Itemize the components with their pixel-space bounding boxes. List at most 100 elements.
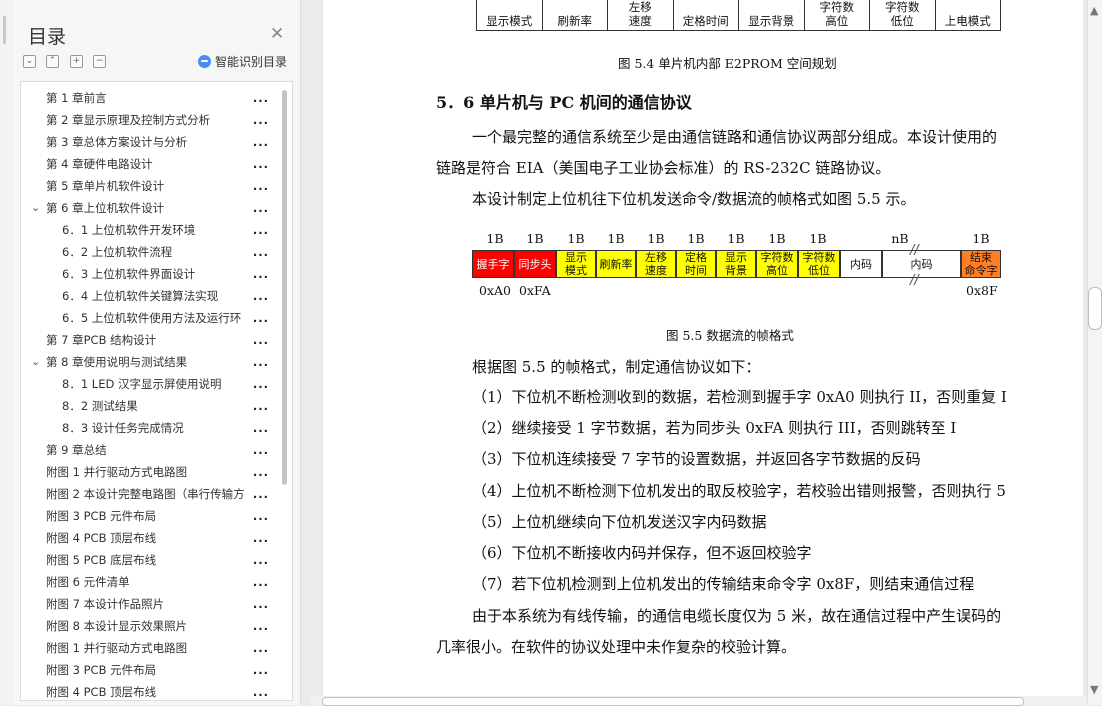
toc-item[interactable]: 附图 8 本设计显示效果照片... (46, 615, 269, 637)
toc-item[interactable]: 8．2 测试结果... (62, 395, 269, 417)
protocol-step: （6）下位机不断接收内码并保存，但不返回校验字 (472, 544, 812, 562)
toc-item[interactable]: 6．3 上位机软件界面设计... (62, 263, 269, 285)
toc-item-dots: ... (252, 399, 269, 413)
chevron-down-icon[interactable]: ⌄ (31, 351, 41, 373)
toc-item-label: 第 5 章单片机软件设计 (46, 179, 165, 193)
toc-item[interactable]: 附图 4 PCB 顶层布线... (46, 681, 269, 700)
toc-item[interactable]: 第 8 章使用说明与测试结果... (46, 351, 269, 373)
toc-item-label: 附图 4 PCB 顶层布线 (46, 685, 157, 699)
scroll-up-icon[interactable]: ▲ (1090, 4, 1098, 17)
collapse-all-icon[interactable]: ⌄ (23, 55, 36, 68)
toc-item-dots: ... (252, 91, 269, 105)
chevron-down-icon[interactable]: ⌄ (31, 197, 41, 219)
toc-item-label: 第 9 章总结 (46, 443, 107, 457)
toc-item[interactable]: 6．2 上位机软件流程... (62, 241, 269, 263)
scroll-thumb[interactable] (1088, 287, 1102, 330)
frame-field: 字符数 低位 (798, 250, 840, 278)
toc-item[interactable]: 附图 2 本设计完整电路图（串行传输方... (46, 483, 269, 505)
scroll-down-icon[interactable]: ▼ (1090, 683, 1098, 696)
toc-item[interactable]: 第 4 章硬件电路设计... (46, 153, 269, 175)
toc-item[interactable]: 6．5 上位机软件使用方法及运行环... (62, 307, 269, 329)
table-cell: 上电模式 (936, 0, 1001, 30)
toc-item-label: 第 6 章上位机软件设计 (46, 201, 165, 215)
protocol-step: （5）上位机继续向下位机发送汉字内码数据 (472, 512, 767, 531)
vertical-scrollbar[interactable] (1087, 0, 1102, 705)
section-heading: 5．6 单片机与 PC 机间的通信协议 (436, 93, 692, 112)
toc-item-label: 附图 1 并行驱动方式电路图 (46, 465, 188, 479)
toc-item-dots: ... (252, 421, 269, 435)
toc-item-label: 附图 4 PCB 顶层布线 (46, 531, 157, 545)
figure-5-4-caption: 图 5.4 单片机内部 E2PROM 空间规划 (618, 56, 837, 71)
table-cell: 字符数 高位 (805, 0, 870, 30)
toc-item[interactable]: 附图 7 本设计作品照片... (46, 593, 269, 615)
toc-item[interactable]: 附图 1 并行驱动方式电路图... (46, 461, 269, 483)
paragraph-line: 本设计制定上位机往下位机发送命令/数据流的帧格式如图 5.5 示。 (472, 190, 916, 208)
byte-size-label: 1B (727, 231, 745, 246)
toc-scrollbar[interactable] (282, 90, 287, 485)
toc-item-label: 附图 8 本设计显示效果照片 (46, 619, 188, 633)
toc-item-dots: ... (252, 443, 269, 457)
pane-grip[interactable] (3, 16, 6, 44)
paragraph-line: 一个最完整的通信系统至少是由通信链路和通信协议两部分组成。本设计使用的 (472, 128, 998, 146)
toc-item[interactable]: 附图 3 PCB 元件布局... (46, 505, 269, 527)
toc-item-dots: ... (252, 157, 269, 171)
remove-entry-icon[interactable]: − (93, 55, 106, 68)
toc-item[interactable]: 6．4 上位机软件关键算法实现... (62, 285, 269, 307)
break-mark-bottom: // (910, 273, 919, 288)
add-entry-icon[interactable]: + (70, 55, 83, 68)
toc-item[interactable]: 附图 6 元件清单... (46, 571, 269, 593)
expand-up-icon[interactable]: ⌃ (46, 55, 59, 68)
toc-item-dots: ... (252, 333, 269, 347)
toc-item-label: 8．3 设计任务完成情况 (62, 421, 184, 435)
table-cell-text: 左移 速度 (628, 0, 652, 28)
toc-item[interactable]: 第 9 章总结... (46, 439, 269, 461)
toc-item-label: 6．2 上位机软件流程 (62, 245, 173, 259)
toc-item-label: 附图 3 PCB 元件布局 (46, 663, 157, 677)
toc-item[interactable]: 8．3 设计任务完成情况... (62, 417, 269, 439)
toc-list: 第 1 章前言... 第 2 章显示原理及控制方式分析... 第 3 章总体方案设计… (20, 81, 293, 701)
byte-size-label: 1B (567, 231, 585, 246)
toc-item[interactable]: 附图 1 并行驱动方式电路图... (46, 637, 269, 659)
toc-item[interactable]: 第 5 章单片机软件设计... (46, 175, 269, 197)
toc-title: 目录 (28, 26, 67, 48)
toc-item-label: 附图 7 本设计作品照片 (46, 597, 165, 611)
frame-field: 左移 速度 (636, 250, 676, 278)
smart-toc-label: 智能识别目录 (215, 55, 288, 69)
smart-toc-button[interactable]: 智能识别目录 (198, 53, 287, 70)
table-cell-text: 字符数 低位 (885, 0, 920, 28)
table-cell-text: 上电模式 (944, 14, 991, 28)
table-cell-text: 定格时间 (682, 14, 729, 28)
toc-item-dots: ... (252, 553, 269, 567)
close-icon[interactable]: ✕ (270, 24, 284, 44)
table-cell-text: 刷新率 (557, 14, 593, 28)
toc-item[interactable]: 附图 3 PCB 元件布局... (46, 659, 269, 681)
toc-item-dots: ... (252, 289, 269, 303)
byte-size-label: 1B (486, 231, 504, 246)
protocol-step: （4）上位机不断检测下位机发出的取反校验字，若校验出错则报警，否则执行 5 (472, 481, 1006, 500)
toc-item[interactable]: 第 3 章总体方案设计与分析... (46, 131, 269, 153)
toc-item-dots: ... (252, 377, 269, 391)
toc-item-dots: ... (252, 575, 269, 589)
ai-icon (198, 55, 211, 68)
toc-item-dots: ... (252, 267, 269, 281)
toc-item-dots: ... (252, 597, 269, 611)
toc-item-dots: ... (252, 663, 269, 677)
toc-item[interactable]: 附图 4 PCB 顶层布线... (46, 527, 269, 549)
toc-item[interactable]: 第 1 章前言... (46, 87, 269, 109)
toc-item[interactable]: 第 6 章上位机软件设计... (46, 197, 269, 219)
protocol-step: （2）继续接受 1 字节数据，若为同步头 0xFA 则执行 III，否则跳转至 … (472, 419, 957, 438)
toc-item[interactable]: 6．1 上位机软件开发环境... (62, 219, 269, 241)
toc-item[interactable]: 8．1 LED 汉字显示屏使用说明... (62, 373, 269, 395)
table-cell-text: 显示模式 (486, 14, 533, 28)
frame-field: 字符数 高位 (756, 250, 798, 278)
toc-item[interactable]: 附图 5 PCB 底层布线... (46, 549, 269, 571)
toc-item-dots: ... (252, 641, 269, 655)
table-cell: 字符数 低位 (870, 0, 936, 30)
toc-item-dots: ... (252, 355, 269, 369)
toc-item[interactable]: 第 2 章显示原理及控制方式分析... (46, 109, 269, 131)
frame-field: 同步头 (514, 250, 556, 278)
toc-item-dots: ... (252, 531, 269, 545)
toc-item[interactable]: 第 7 章PCB 结构设计... (46, 329, 269, 351)
protocol-step: （3）下位机连续接受 7 字节的设置数据，并返回各字节数据的反码 (472, 450, 921, 469)
byte-size-label: 1B (972, 231, 990, 246)
